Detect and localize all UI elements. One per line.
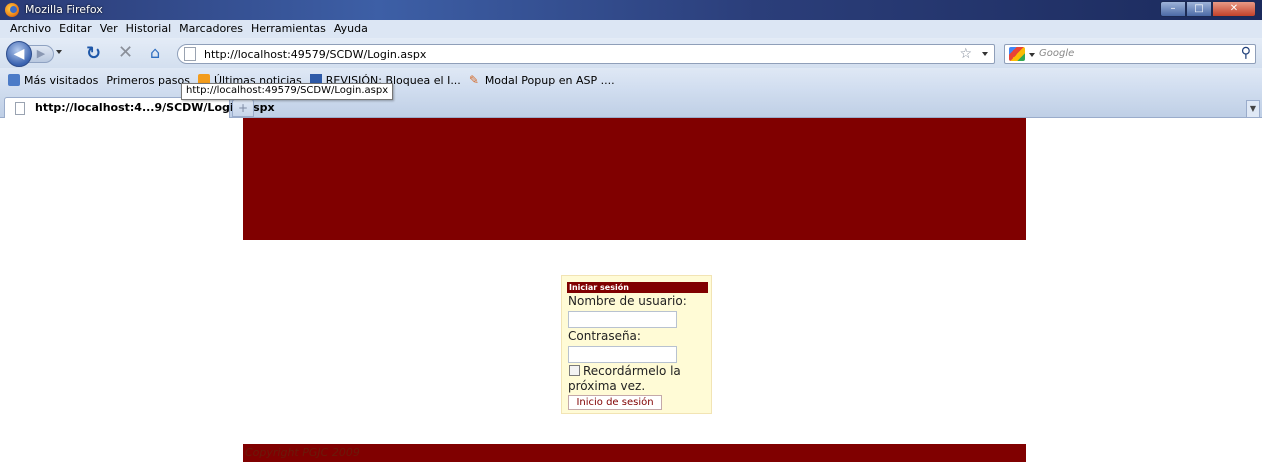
- navigation-toolbar: ▶ ◀ ↻ ✕ ⌂ http://localhost:49579/SCDW/Lo…: [0, 38, 1262, 68]
- back-button[interactable]: ◀: [6, 41, 32, 67]
- tab-list-button[interactable]: ▼: [1246, 100, 1260, 118]
- menu-editar[interactable]: Editar: [55, 20, 96, 38]
- search-box[interactable]: Google ⚲: [1004, 44, 1256, 64]
- bookmark-star-icon[interactable]: ☆: [959, 46, 972, 62]
- bookmark-label: Primeros pasos: [106, 73, 190, 87]
- bookmark-modal-popup[interactable]: ✎ Modal Popup en ASP ....: [469, 74, 615, 87]
- address-dropdown-icon[interactable]: [982, 52, 988, 56]
- page-icon: [184, 47, 196, 61]
- pen-icon: ✎: [468, 73, 479, 87]
- url-tooltip: http://localhost:49579/SCDW/Login.aspx: [181, 83, 394, 100]
- search-engine-dropdown-icon[interactable]: [1029, 53, 1035, 57]
- bookmark-mas-visitados[interactable]: Más visitados: [8, 74, 98, 87]
- stop-icon[interactable]: ✕: [118, 42, 133, 63]
- bookmark-label: Más visitados: [24, 73, 99, 87]
- password-field[interactable]: [568, 346, 677, 363]
- menu-historial[interactable]: Historial: [122, 20, 175, 38]
- visited-icon: [8, 74, 20, 86]
- menu-marcadores[interactable]: Marcadores: [175, 20, 247, 38]
- firefox-logo-icon: [5, 3, 19, 17]
- remember-me-label: Recordármelo la: [583, 364, 681, 378]
- site-footer: Copyright PGJC 2009: [243, 444, 1026, 462]
- site-header-banner: [243, 118, 1026, 240]
- reload-icon[interactable]: ↻: [86, 43, 101, 64]
- login-panel: Iniciar sesión Nombre de usuario: Contra…: [561, 275, 712, 414]
- window-controls: – □ ✕: [1160, 1, 1256, 17]
- copyright-text: Copyright PGJC 2009: [245, 446, 360, 459]
- maximize-button[interactable]: □: [1186, 1, 1212, 17]
- close-button[interactable]: ✕: [1212, 1, 1256, 17]
- menu-bar: Archivo Editar Ver Historial Marcadores …: [0, 20, 1262, 38]
- remember-me-checkbox[interactable]: [569, 365, 580, 376]
- username-label: Nombre de usuario:: [568, 294, 687, 308]
- login-submit-button[interactable]: Inicio de sesión: [568, 395, 662, 410]
- search-input[interactable]: Google: [1039, 48, 1074, 59]
- history-dropdown-icon[interactable]: [56, 50, 62, 54]
- page-icon: [15, 102, 25, 115]
- address-text[interactable]: http://localhost:49579/SCDW/Login.aspx: [204, 48, 426, 61]
- window-title: Mozilla Firefox: [25, 3, 103, 16]
- bookmark-label: Modal Popup en ASP ....: [484, 73, 615, 87]
- page-content: Iniciar sesión Nombre de usuario: Contra…: [0, 118, 1262, 462]
- google-icon[interactable]: [1009, 47, 1025, 61]
- menu-ver[interactable]: Ver: [96, 20, 122, 38]
- window-title-bar[interactable]: Mozilla Firefox – □ ✕: [0, 0, 1262, 20]
- home-icon[interactable]: ⌂: [150, 43, 160, 62]
- search-icon[interactable]: ⚲: [1241, 45, 1251, 61]
- menu-archivo[interactable]: Archivo: [6, 20, 55, 38]
- menu-herramientas[interactable]: Herramientas: [247, 20, 330, 38]
- new-tab-button[interactable]: +: [232, 99, 254, 117]
- menu-ayuda[interactable]: Ayuda: [330, 20, 372, 38]
- bookmark-primeros-pasos[interactable]: Primeros pasos: [0, 73, 190, 198]
- login-title: Iniciar sesión: [567, 282, 708, 293]
- password-label: Contraseña:: [568, 329, 641, 343]
- address-bar[interactable]: http://localhost:49579/SCDW/Login.aspx ☆: [177, 44, 995, 64]
- minimize-button[interactable]: –: [1160, 1, 1186, 17]
- username-field[interactable]: [568, 311, 677, 328]
- tab-login[interactable]: http://localhost:4...9/SCDW/Login.aspx: [4, 97, 275, 118]
- remember-me-label-cont: próxima vez.: [568, 379, 646, 393]
